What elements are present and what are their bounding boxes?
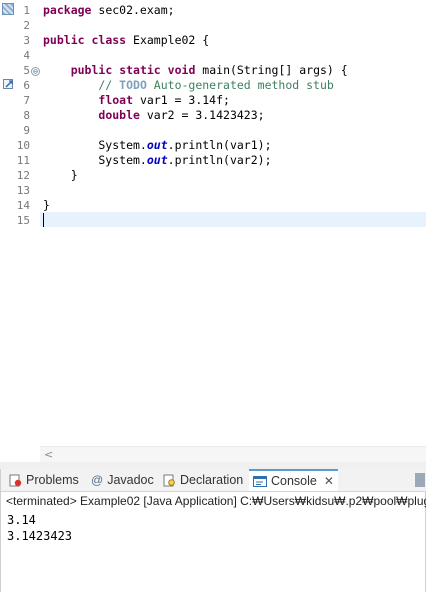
tab-problems[interactable]: Problems [9,469,79,492]
console-output-line: 3.1423423 [7,529,73,543]
line-number: 12 [16,169,30,182]
code-token: .println(var2); [167,153,272,167]
close-icon[interactable]: ✕ [324,471,334,491]
line-number: 10 [16,139,30,152]
code-line: // TODO Auto-generated method stub [43,78,334,93]
line-number: 9 [23,124,30,137]
code-token: sec02.exam; [91,3,175,17]
panel-menu-icon[interactable] [415,473,425,487]
code-line: public static void main(String[] args) { [43,63,348,78]
line-number: 6 [23,79,30,92]
line-number: 8 [23,109,30,122]
line-number: 4 [23,49,30,62]
tab-console[interactable]: Console ✕ [249,469,338,491]
code-token: double [98,108,140,122]
line-number: 14 [16,199,30,212]
code-line: System.out.println(var1); [43,138,272,153]
horizontal-scrollbar[interactable]: < [40,446,426,462]
scroll-left-arrow-icon[interactable]: < [44,448,53,461]
code-token: } [43,198,50,212]
line-number: 1 [23,4,30,17]
code-line: } [43,198,50,213]
tab-console-label: Console [271,474,317,488]
console-output-line: 3.14 [7,513,36,527]
text-caret [43,213,44,227]
code-line: } [43,168,78,183]
code-token: public [43,33,85,47]
code-token: System. [43,153,147,167]
line-number: 5 [23,64,30,77]
code-line: double var2 = 3.1423423; [43,108,265,123]
code-token: Example02 { [126,33,210,47]
console-panel: Problems @ Javadoc Declaration Console ✕ <… [0,469,426,592]
code-token: Auto-generated method stub [146,78,334,92]
javadoc-icon: @ [91,473,104,488]
code-token: public [70,63,113,77]
line-number: 11 [16,154,30,167]
code-token: System. [43,138,147,152]
tab-declaration[interactable]: Declaration [163,469,243,492]
code-token: out [146,153,168,167]
problems-icon [9,474,22,487]
code-token: package [43,3,92,17]
code-line: float var1 = 3.14f; [43,93,230,108]
tab-declaration-label: Declaration [180,473,244,487]
code-line: package sec02.exam; [43,3,175,18]
code-token: static [119,63,161,77]
line-number: 13 [16,184,30,197]
code-token: .println(var1); [167,138,272,152]
code-token: float [98,93,134,107]
tab-javadoc[interactable]: @ Javadoc [91,469,154,492]
code-token: main(String[] args) { [195,63,348,77]
code-token: } [43,168,78,182]
tab-problems-label: Problems [26,473,79,487]
code-token: void [167,63,196,77]
code-token: var2 = 3.1423423; [139,108,265,122]
code-token: class [91,33,127,47]
tab-javadoc-label: Javadoc [107,473,154,487]
code-token: // [43,78,120,92]
line-number: 7 [23,94,30,107]
console-icon [253,475,267,487]
line-number: 15 [16,214,30,227]
console-status: <terminated> Example02 [Java Application… [6,494,426,508]
line-number: 2 [23,19,30,32]
console-output[interactable]: 3.14 3.1423423 [7,512,72,544]
panel-tab-bar: Problems @ Javadoc Declaration Console ✕ [1,469,426,492]
code-token: out [146,138,168,152]
current-line-highlight [40,212,426,227]
panel-divider[interactable] [0,462,426,469]
fold-collapse-icon[interactable]: ⊖ [31,67,40,76]
code-token: TODO [119,78,147,92]
code-token: var1 = 3.14f; [133,93,230,107]
line-number: 3 [23,34,30,47]
code-line: public class Example02 { [43,33,209,48]
declaration-icon [163,474,175,487]
code-editor[interactable]: 1 2 3 4 5 6 7 8 9 10 11 12 13 14 15 ⊖ package sec02.ex… [0,0,426,462]
code-line: System.out.println(var2); [43,153,272,168]
